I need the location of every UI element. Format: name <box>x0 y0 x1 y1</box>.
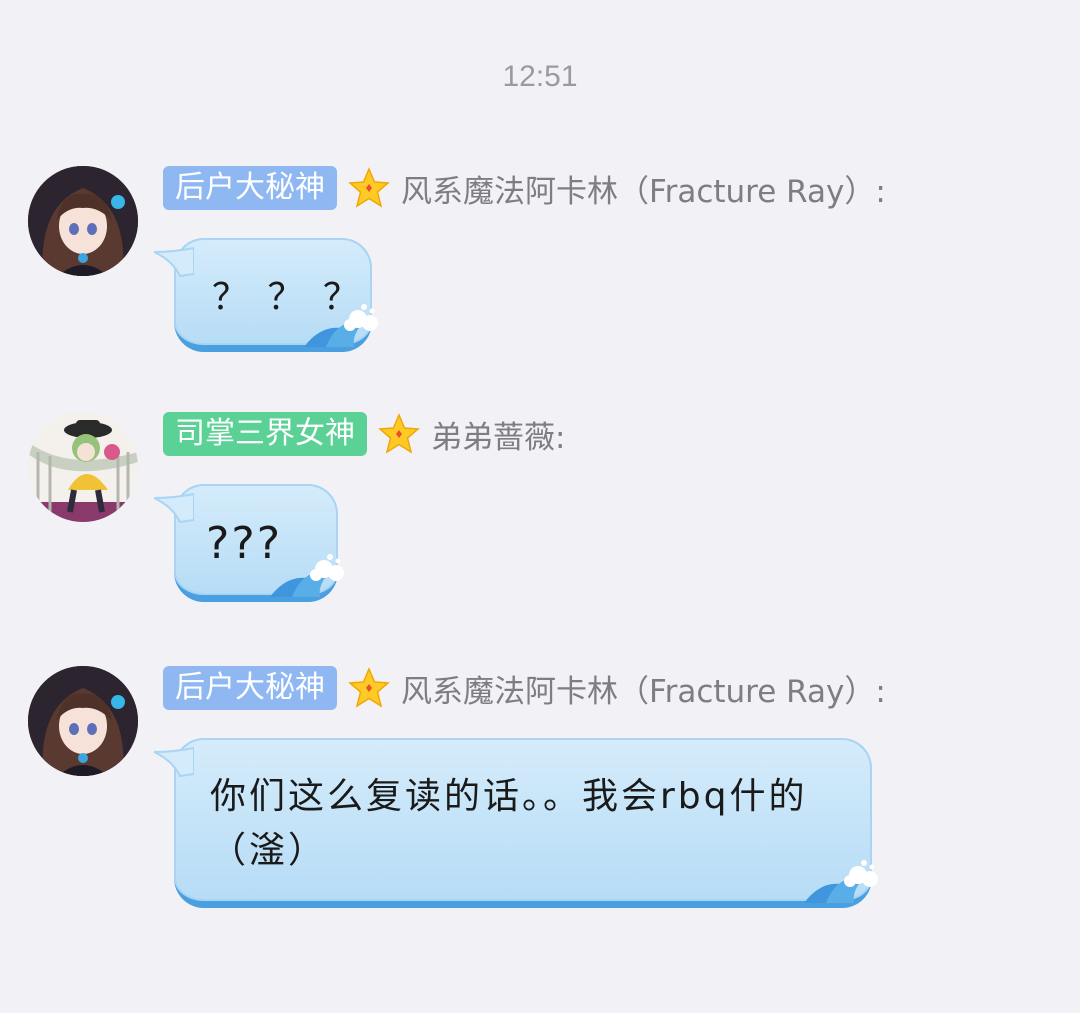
bubble-tail-icon <box>154 744 194 778</box>
star-icon <box>347 666 391 710</box>
avatar[interactable] <box>28 166 138 276</box>
bubble-tail-icon <box>154 244 194 278</box>
member-title-badge: 后户大秘神 <box>163 666 337 710</box>
anime-girl-avatar-image <box>28 166 138 276</box>
wave-decoration-icon <box>268 543 348 599</box>
sender-name: 风系魔法阿卡林（Fracture Ray）: <box>401 173 886 210</box>
bubble-tail-icon <box>154 490 194 524</box>
star-icon <box>347 166 391 210</box>
message-header: 后户大秘神 风系魔法阿卡林（Fracture Ray）: <box>163 166 886 210</box>
sender-name: 风系魔法阿卡林（Fracture Ray）: <box>401 673 886 710</box>
message-text: 你们这么复读的话。。我会rbq什的（滏） <box>210 776 808 871</box>
avatar[interactable] <box>28 666 138 776</box>
wave-decoration-icon <box>302 293 382 349</box>
star-icon <box>377 412 421 456</box>
message-bubble[interactable]: 你们这么复读的话。。我会rbq什的（滏） <box>154 738 878 908</box>
anime-girl-avatar-image <box>28 666 138 776</box>
message-header: 后户大秘神 风系魔法阿卡林（Fracture Ray）: <box>163 666 886 710</box>
anime-character-avatar-image <box>28 412 138 522</box>
member-title-badge: 后户大秘神 <box>163 166 337 210</box>
member-title-badge: 司掌三界女神 <box>163 412 367 456</box>
avatar[interactable] <box>28 412 138 522</box>
message-timestamp: 12:51 <box>502 60 578 93</box>
message-bubble[interactable]: ??? <box>154 484 344 602</box>
wave-decoration-icon <box>802 849 882 905</box>
sender-name: 弟弟蔷薇: <box>431 419 566 456</box>
message-bubble[interactable]: ？ ？ ？ <box>154 238 378 352</box>
message-header: 司掌三界女神 弟弟蔷薇: <box>163 412 565 456</box>
